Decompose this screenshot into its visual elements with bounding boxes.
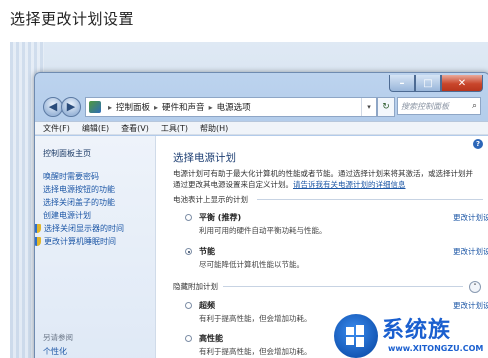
menu-help[interactable]: 帮助(H) — [200, 123, 228, 134]
sidebar-item-label: 选择电源按钮的功能 — [43, 185, 115, 194]
menu-edit[interactable]: 编辑(E) — [82, 123, 109, 134]
page-heading: 选择更改计划设置 — [10, 10, 135, 28]
sidebar-item-display-off[interactable]: 选择关闭显示器的时间 — [35, 222, 124, 235]
plan-radio[interactable] — [185, 302, 192, 309]
sidebar-item-wake-password[interactable]: 唤醒时需要密码 — [43, 170, 124, 183]
hidden-plans-label: 隐藏附加计划 — [173, 282, 218, 291]
minimize-button[interactable]: – — [389, 75, 415, 92]
sidebar-item-sleep-time[interactable]: 更改计算机睡眠时间 — [35, 235, 124, 248]
plan-desc: 尽可能降低计算机性能以节能。 — [199, 260, 304, 269]
control-panel-icon — [89, 101, 101, 113]
plan-name: 超频 — [199, 301, 215, 310]
menu-tools[interactable]: 工具(T) — [161, 123, 188, 134]
menu-bar: 文件(F) 编辑(E) 查看(V) 工具(T) 帮助(H) — [35, 121, 488, 135]
sidebar-item-label: 更改计算机睡眠时间 — [44, 237, 116, 246]
search-input[interactable]: 搜索控制面板 ⌕ — [397, 97, 481, 115]
page-title: 选择电源计划 — [173, 152, 236, 164]
menu-view[interactable]: 查看(V) — [121, 123, 149, 134]
refresh-icon[interactable]: ↻ — [377, 97, 395, 117]
shield-icon — [35, 224, 41, 233]
section-divider — [223, 286, 463, 287]
crumb-separator: ▸ — [154, 102, 159, 112]
breadcrumb-power-options[interactable]: 电源选项 — [217, 101, 251, 113]
maximize-button[interactable]: □ — [415, 75, 441, 92]
sidebar-links: 唤醒时需要密码 选择电源按钮的功能 选择关闭盖子的功能 创建电源计划 选择关闭显… — [35, 170, 124, 248]
help-icon[interactable]: ? — [473, 139, 483, 149]
sidebar-item-close-lid[interactable]: 选择关闭盖子的功能 — [43, 196, 124, 209]
watermark-url: www.XITONGZU.COM — [388, 344, 484, 353]
sidebar-item-label: 选择关闭盖子的功能 — [43, 198, 115, 207]
plan-radio[interactable] — [185, 214, 192, 221]
change-plan-link[interactable]: 更改计划设置 — [453, 212, 488, 223]
page-description: 电源计划可有助于最大化计算机的性能或者节能。通过选择计划来将其激活，或选择计划并… — [173, 168, 473, 190]
close-button[interactable]: ✕ — [441, 75, 483, 92]
search-icon[interactable]: ⌕ — [472, 101, 477, 111]
caption-buttons: – □ ✕ — [389, 75, 483, 92]
address-row: ◀ ▶ ▸ 控制面板 ▸ 硬件和声音 ▸ 电源选项 ▾ ↻ 搜索控制面板 ⌕ — [41, 95, 483, 119]
change-plan-link[interactable]: 更改计划设置 — [453, 246, 488, 257]
sidebar-item-personalize[interactable]: 个性化 — [43, 346, 67, 357]
windows-logo-icon — [334, 314, 378, 358]
address-bar[interactable]: ▸ 控制面板 ▸ 硬件和声音 ▸ 电源选项 ▾ — [85, 97, 377, 117]
sidebar-home-link[interactable]: 控制面板主页 — [43, 148, 91, 159]
power-plan-help-link[interactable]: 请告诉我有关电源计划的详细信息 — [293, 180, 406, 189]
watermark-text: 系统族 — [382, 318, 452, 343]
plan-name: 平衡 (推荐) — [199, 213, 242, 222]
menu-file[interactable]: 文件(F) — [43, 123, 70, 134]
sidebar-item-label: 创建电源计划 — [43, 211, 91, 220]
plan-radio-selected[interactable] — [185, 248, 192, 255]
watermark-logo: 系统族 www.XITONGZU.COM — [334, 310, 488, 358]
plan-desc: 有利于提高性能，但会增加功耗。 — [199, 314, 312, 323]
search-placeholder: 搜索控制面板 — [401, 101, 449, 111]
breadcrumb-control-panel[interactable]: 控制面板 — [116, 101, 150, 113]
back-button[interactable]: ◀ — [43, 97, 63, 117]
plan-name: 节能 — [199, 247, 215, 256]
sidebar: 控制面板主页 唤醒时需要密码 选择电源按钮的功能 选择关闭盖子的功能 创建电源计… — [35, 136, 156, 358]
section-divider — [257, 199, 483, 200]
sidebar-item-label: 唤醒时需要密码 — [43, 172, 99, 181]
plan-radio[interactable] — [185, 335, 192, 342]
shield-icon — [35, 237, 41, 246]
sidebar-item-label: 选择关闭显示器的时间 — [44, 224, 124, 233]
sidebar-item-power-button[interactable]: 选择电源按钮的功能 — [43, 183, 124, 196]
breadcrumb-hardware-sound[interactable]: 硬件和声音 — [162, 101, 205, 113]
forward-button[interactable]: ▶ — [61, 97, 81, 117]
crumb-separator: ▸ — [108, 102, 113, 112]
chevron-down-icon[interactable]: ▾ — [361, 98, 376, 116]
plan-desc: 有利于提高性能，但会增加功耗。 — [199, 347, 312, 356]
plan-name: 高性能 — [199, 334, 223, 343]
chevron-up-icon[interactable]: ˄ — [469, 281, 481, 293]
crumb-separator: ▸ — [208, 102, 213, 112]
screenshot-area: – □ ✕ ◀ ▶ ▸ 控制面板 ▸ 硬件和声音 ▸ 电源选项 ▾ ↻ 搜索控制… — [10, 42, 488, 358]
sidebar-item-create-plan[interactable]: 创建电源计划 — [43, 209, 124, 222]
battery-plans-label: 电池表计上显示的计划 — [173, 195, 248, 204]
see-also-label: 另请参阅 — [43, 333, 73, 342]
plan-desc: 利用可用的硬件自动平衡功耗与性能。 — [199, 226, 327, 235]
